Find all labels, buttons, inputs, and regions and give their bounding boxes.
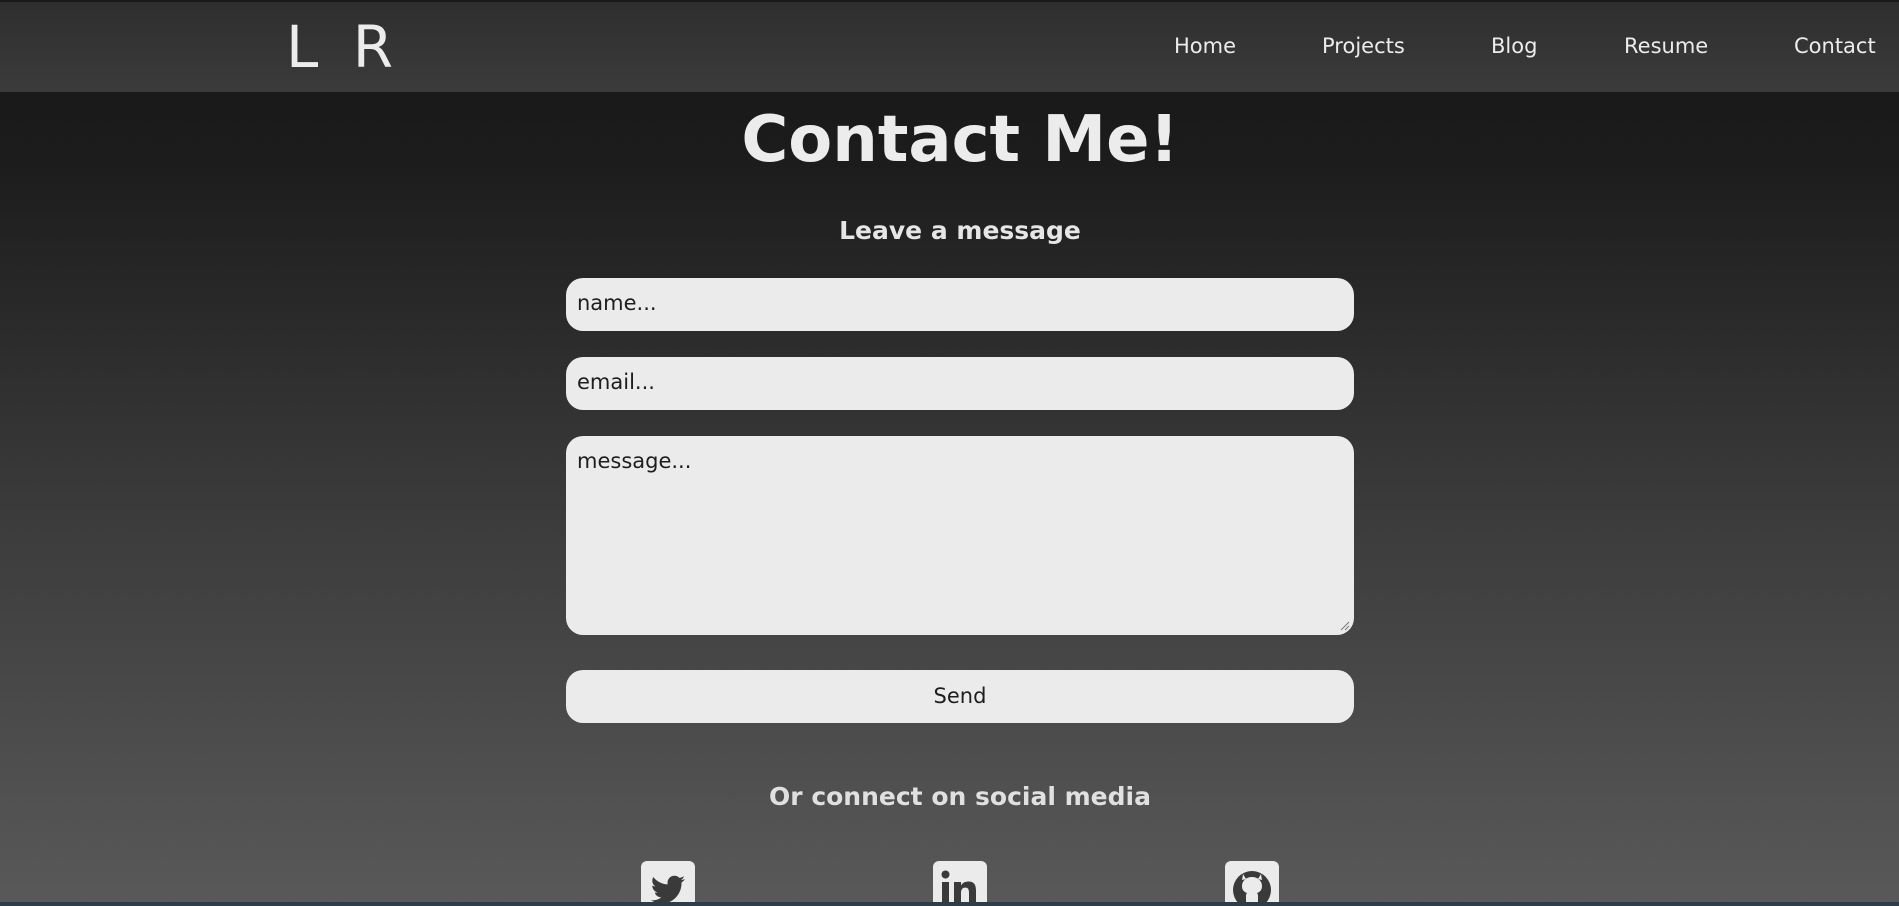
linkedin-icon bbox=[941, 870, 976, 906]
nav-link-contact[interactable]: Contact bbox=[1794, 32, 1876, 60]
form-heading: Leave a message bbox=[839, 216, 1081, 245]
twitter-link[interactable] bbox=[641, 861, 695, 906]
linkedin-link[interactable] bbox=[933, 861, 987, 906]
twitter-icon bbox=[650, 875, 685, 904]
nav-link-home[interactable]: Home bbox=[1174, 32, 1236, 60]
email-input[interactable]: email... bbox=[566, 357, 1354, 410]
top-navigation-bar: L R Home Projects Blog Resume Contact bbox=[0, 0, 1899, 92]
social-heading: Or connect on social media bbox=[769, 782, 1151, 811]
resize-grip-icon[interactable] bbox=[1340, 621, 1350, 631]
site-logo[interactable]: L R bbox=[286, 14, 401, 80]
page-title: Contact Me! bbox=[741, 103, 1179, 177]
message-textarea[interactable]: message... bbox=[566, 436, 1354, 635]
send-button[interactable]: Send bbox=[566, 670, 1354, 723]
nav-link-resume[interactable]: Resume bbox=[1624, 32, 1708, 60]
name-input[interactable]: name... bbox=[566, 278, 1354, 331]
github-link[interactable] bbox=[1225, 861, 1279, 906]
bottom-edge-strip bbox=[0, 902, 1899, 906]
nav-link-projects[interactable]: Projects bbox=[1322, 32, 1405, 60]
nav-link-blog[interactable]: Blog bbox=[1491, 32, 1537, 60]
github-icon bbox=[1233, 871, 1271, 906]
message-placeholder: message... bbox=[577, 449, 692, 473]
